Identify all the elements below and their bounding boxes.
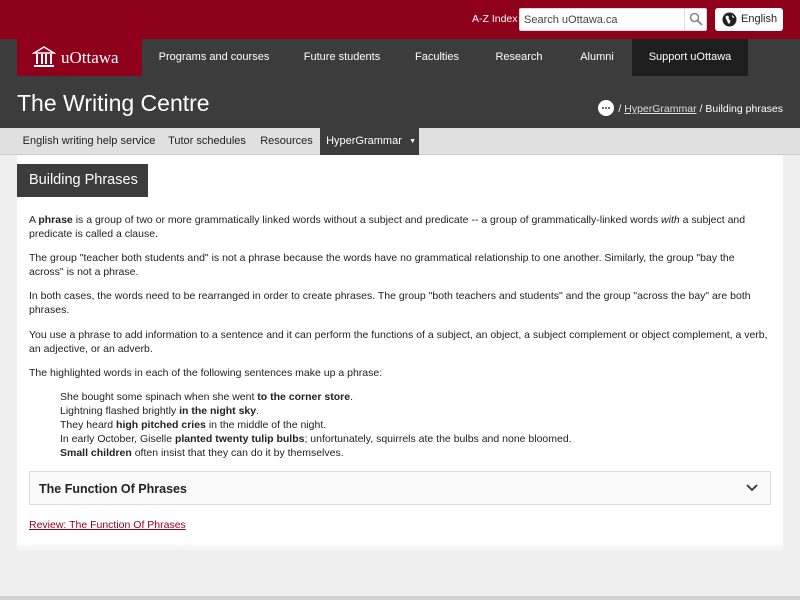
language-label: English [741,13,778,25]
search-icon [689,12,703,26]
paragraph-definition: A phrase is a group of two or more gramm… [29,214,746,240]
site-header: uOttawa Programs and courses Future stud… [0,39,800,128]
example-sentence: In early October, Giselle planted twenty… [60,433,572,445]
search-box [519,8,707,31]
paragraph-functions: You use a phrase to add information to a… [29,329,768,355]
university-building-icon [32,46,56,67]
dropdown-arrow-icon: ▼ [409,138,416,145]
logo-text: uOttawa [61,48,119,67]
site-title[interactable]: The Writing Centre [17,90,210,117]
content-footer-strip [17,545,783,550]
example-sentence: She bought some spinach when she went to… [60,391,353,403]
paragraph-not-phrase: The group "teacher both students and" is… [29,252,735,278]
chevron-down-icon [746,484,758,492]
nav-faculties[interactable]: Faculties [398,39,476,76]
globe-icon [722,12,737,27]
accordion-title: The Function Of Phrases [39,482,187,496]
nav-alumni[interactable]: Alumni [562,39,632,76]
page-title: Building Phrases [17,164,148,197]
top-utility-bar: A-Z Index English [0,0,800,39]
example-sentence: Lightning flashed brightly in the night … [60,405,260,417]
review-link[interactable]: Review: The Function Of Phrases [29,519,186,531]
language-button[interactable]: English [715,8,783,31]
uottawa-logo[interactable]: uOttawa [17,39,142,76]
more-dots-icon[interactable] [598,100,615,116]
breadcrumb-hypergrammar[interactable]: HyperGrammar [624,103,696,115]
accordion-function-of-phrases[interactable]: The Function Of Phrases [29,471,771,505]
main-content: Building Phrases A phrase is a group of … [17,155,783,550]
page-bottom-divider [0,596,800,600]
subnav-tutor-schedules[interactable]: Tutor schedules [161,128,253,155]
subnav-resources[interactable]: Resources [253,128,320,155]
breadcrumb: / HyperGrammar / Building phrases [598,100,783,117]
breadcrumb-separator: / [618,102,622,115]
subnav-hypergrammar[interactable]: HyperGrammar ▼ [320,128,419,155]
section-nav: English writing help service Tutor sched… [0,128,800,155]
example-sentence: Small children often insist that they ca… [60,447,344,459]
subnav-hypergrammar-label: HyperGrammar [326,135,402,147]
az-index-link[interactable]: A-Z Index [472,13,518,25]
breadcrumb-separator: / [699,102,703,115]
search-input[interactable] [520,9,684,30]
paragraph-rearranged: In both cases, the words need to be rear… [29,290,751,316]
nav-research[interactable]: Research [476,39,562,76]
nav-support-uottawa[interactable]: Support uOttawa [632,39,748,76]
example-sentence: They heard high pitched cries in the mid… [60,419,327,431]
search-button[interactable] [684,9,706,30]
paragraph-highlighted: The highlighted words in each of the fol… [29,367,383,379]
nav-programs-and-courses[interactable]: Programs and courses [142,39,286,76]
breadcrumb-current: Building phrases [705,102,783,115]
subnav-english-writing-help[interactable]: English writing help service [17,128,161,155]
nav-future-students[interactable]: Future students [286,39,398,76]
